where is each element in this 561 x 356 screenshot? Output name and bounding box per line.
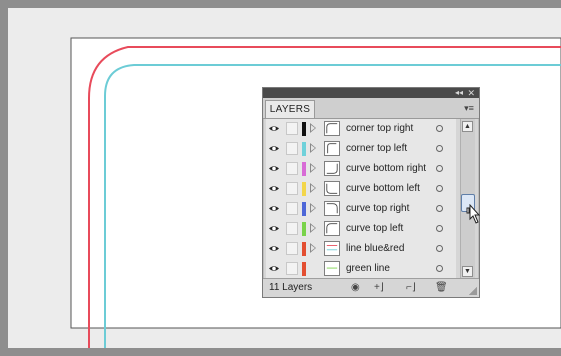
target-circle-icon[interactable] bbox=[436, 125, 443, 132]
layer-color-swatch bbox=[302, 122, 306, 136]
expand-triangle-icon[interactable] bbox=[310, 123, 316, 133]
layer-name[interactable]: green line bbox=[346, 262, 390, 275]
panel-header: ◂◂ ✕ bbox=[263, 88, 479, 98]
layer-row[interactable]: green line bbox=[266, 259, 456, 280]
scroll-down-icon[interactable]: ▼ bbox=[462, 266, 473, 277]
target-circle-icon[interactable] bbox=[436, 265, 443, 272]
visibility-eye-icon[interactable] bbox=[268, 124, 280, 133]
target-circle-icon[interactable] bbox=[436, 245, 443, 252]
layer-color-swatch bbox=[302, 202, 306, 216]
layer-name[interactable]: curve top left bbox=[346, 222, 403, 235]
layer-thumbnail bbox=[324, 241, 340, 256]
visibility-eye-icon[interactable] bbox=[268, 244, 280, 253]
layer-thumbnail bbox=[324, 261, 340, 276]
layer-thumbnail bbox=[324, 201, 340, 216]
expand-triangle-icon[interactable] bbox=[310, 143, 316, 153]
target-circle-icon[interactable] bbox=[436, 145, 443, 152]
create-sublayer-icon[interactable]: +⌋ bbox=[374, 282, 384, 294]
lock-toggle[interactable] bbox=[286, 262, 298, 275]
layer-row[interactable]: curve bottom right bbox=[266, 159, 456, 180]
mouse-cursor bbox=[466, 204, 481, 224]
layer-name[interactable]: curve bottom left bbox=[346, 182, 420, 195]
visibility-eye-icon[interactable] bbox=[268, 264, 280, 273]
close-icon[interactable]: ✕ bbox=[467, 88, 475, 98]
scroll-up-icon[interactable]: ▲ bbox=[462, 121, 473, 132]
layer-row[interactable]: corner top right bbox=[266, 119, 456, 140]
lock-toggle[interactable] bbox=[286, 242, 298, 255]
layer-color-swatch bbox=[302, 162, 306, 176]
lock-toggle[interactable] bbox=[286, 182, 298, 195]
lock-toggle[interactable] bbox=[286, 222, 298, 235]
visibility-eye-icon[interactable] bbox=[268, 204, 280, 213]
target-circle-icon[interactable] bbox=[436, 165, 443, 172]
layers-panel: ◂◂ ✕ LAYERS ▾≡ corner top right corner t… bbox=[262, 87, 480, 298]
target-circle-icon[interactable] bbox=[436, 225, 443, 232]
layer-color-swatch bbox=[302, 222, 306, 236]
lock-toggle[interactable] bbox=[286, 162, 298, 175]
expand-triangle-icon[interactable] bbox=[310, 163, 316, 173]
visibility-eye-icon[interactable] bbox=[268, 224, 280, 233]
collapse-icon[interactable]: ◂◂ bbox=[455, 88, 463, 98]
target-circle-icon[interactable] bbox=[436, 205, 443, 212]
new-layer-icon[interactable]: ⌐⌋ bbox=[406, 282, 416, 294]
tab-row: LAYERS ▾≡ bbox=[263, 98, 479, 119]
expand-triangle-icon[interactable] bbox=[310, 203, 316, 213]
panel-footer: 11 Layers ◉ +⌋ ⌐⌋ 🗑 bbox=[263, 278, 479, 297]
visibility-eye-icon[interactable] bbox=[268, 184, 280, 193]
layer-count: 11 Layers bbox=[269, 282, 313, 293]
lock-toggle[interactable] bbox=[286, 202, 298, 215]
layer-color-swatch bbox=[302, 242, 306, 256]
layer-thumbnail bbox=[324, 221, 340, 236]
layer-thumbnail bbox=[324, 121, 340, 136]
layer-name[interactable]: corner top left bbox=[346, 142, 407, 155]
layer-color-swatch bbox=[302, 142, 306, 156]
visibility-eye-icon[interactable] bbox=[268, 164, 280, 173]
target-circle-icon[interactable] bbox=[436, 185, 443, 192]
layer-color-swatch bbox=[302, 182, 306, 196]
visibility-eye-icon[interactable] bbox=[268, 144, 280, 153]
make-clip-mask-icon[interactable]: ◉ bbox=[351, 282, 360, 294]
expand-triangle-icon[interactable] bbox=[310, 183, 316, 193]
layer-row[interactable]: curve top right bbox=[266, 199, 456, 220]
layer-row[interactable]: corner top left bbox=[266, 139, 456, 160]
tab-layers[interactable]: LAYERS bbox=[265, 100, 315, 118]
layer-thumbnail bbox=[324, 141, 340, 156]
panel-menu-icon[interactable]: ▾≡ bbox=[462, 102, 476, 114]
delete-layer-icon[interactable]: 🗑 bbox=[435, 282, 448, 294]
layer-color-swatch bbox=[302, 262, 306, 276]
layer-name[interactable]: corner top right bbox=[346, 122, 413, 135]
layers-list: corner top right corner top left curve b… bbox=[266, 119, 456, 280]
expand-triangle-icon[interactable] bbox=[310, 223, 316, 233]
layer-row[interactable]: line blue&red bbox=[266, 239, 456, 260]
lock-toggle[interactable] bbox=[286, 142, 298, 155]
layer-thumbnail bbox=[324, 181, 340, 196]
scrollbar[interactable]: ▲ ▼ bbox=[460, 119, 475, 279]
layer-thumbnail bbox=[324, 161, 340, 176]
layer-name[interactable]: line blue&red bbox=[346, 242, 404, 255]
resize-grip[interactable] bbox=[469, 287, 477, 295]
app-frame: ◂◂ ✕ LAYERS ▾≡ corner top right corner t… bbox=[0, 0, 561, 356]
layer-row[interactable]: curve top left bbox=[266, 219, 456, 240]
layer-row[interactable]: curve bottom left bbox=[266, 179, 456, 200]
layer-name[interactable]: curve bottom right bbox=[346, 162, 426, 175]
expand-triangle-icon[interactable] bbox=[310, 243, 316, 253]
workspace: ◂◂ ✕ LAYERS ▾≡ corner top right corner t… bbox=[8, 8, 561, 348]
layer-name[interactable]: curve top right bbox=[346, 202, 409, 215]
lock-toggle[interactable] bbox=[286, 122, 298, 135]
